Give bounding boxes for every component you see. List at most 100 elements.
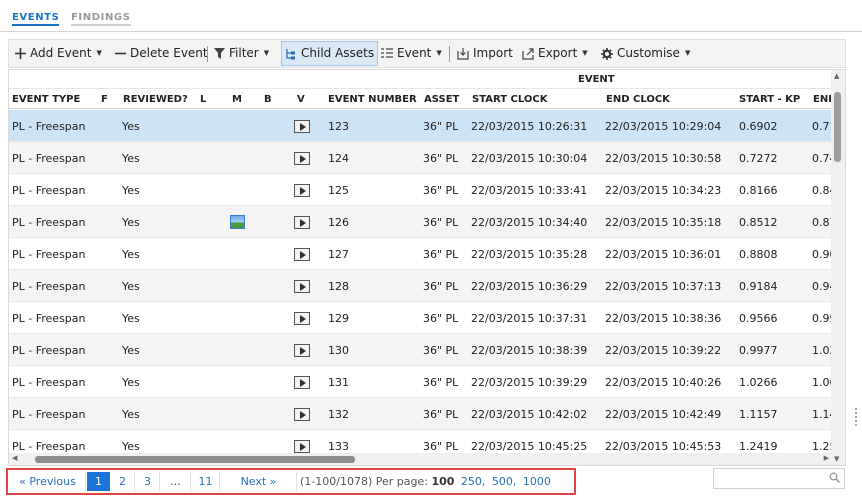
cell-start-kp: 0.8512 [739, 216, 778, 229]
cell-asset: 36" PL [423, 120, 459, 133]
toolbar-divider [449, 46, 450, 62]
play-video-icon[interactable] [294, 312, 310, 325]
add-event-button[interactable]: Add Event ▼ [15, 40, 102, 67]
vertical-scrollbar[interactable]: ▲ ▼ [831, 70, 845, 465]
cell-event-number: 132 [328, 408, 349, 421]
column-header-b[interactable]: B [264, 94, 272, 105]
export-button[interactable]: Export ▼ [522, 40, 588, 67]
cell-asset: 36" PL [423, 248, 459, 261]
import-button[interactable]: Import [457, 40, 513, 67]
tab-findings[interactable]: FINDINGS [71, 12, 131, 26]
play-video-icon[interactable] [294, 152, 310, 165]
cell-asset: 36" PL [423, 280, 459, 293]
previous-page-link[interactable]: « Previous [10, 472, 86, 491]
play-video-icon[interactable] [294, 408, 310, 421]
column-header-asset[interactable]: ASSET [424, 94, 459, 105]
page-link-1[interactable]: 1 [87, 472, 110, 491]
pagination-bar: « Previous 1 2 3 ... 11 Next » (1-100/10… [6, 468, 576, 495]
table-row[interactable]: PL - Freespan Yes 130 36" PL 22/03/2015 10:3… [9, 334, 832, 366]
play-video-icon[interactable] [294, 184, 310, 197]
cell-end-clock: 22/03/2015 10:38:36 [605, 312, 722, 325]
column-header-f[interactable]: F [101, 94, 108, 105]
horizontal-scrollbar[interactable]: ◀ ▶ [9, 453, 832, 465]
scroll-up-icon[interactable]: ▲ [834, 72, 839, 80]
search-box[interactable] [713, 468, 845, 489]
table-row[interactable]: PL - Freespan Yes 123 36" PL 22/03/2015 10:2… [9, 110, 832, 142]
cell-end-kp: 0.99 [812, 312, 832, 325]
event-menu-button[interactable]: Event ▼ [381, 40, 442, 67]
tab-events[interactable]: EVENTS [12, 12, 60, 26]
page-link-2[interactable]: 2 [111, 472, 135, 491]
plus-icon [15, 48, 26, 59]
cell-start-clock: 22/03/2015 10:42:02 [471, 408, 588, 421]
caret-down-icon: ▼ [582, 49, 588, 57]
customise-label: Customise [617, 46, 680, 60]
table-row[interactable]: PL - Freespan Yes 132 36" PL 22/03/2015 10:4… [9, 398, 832, 430]
per-page-option-500[interactable]: 500, [492, 475, 517, 488]
child-assets-button[interactable]: Child Assets [281, 41, 379, 66]
column-header-end-clock[interactable]: END CLOCK [606, 94, 670, 105]
cell-start-kp: 0.9977 [739, 344, 778, 357]
delete-event-button[interactable]: Delete Event [115, 40, 208, 67]
cell-event-number: 126 [328, 216, 349, 229]
play-video-icon[interactable] [294, 120, 310, 133]
toolbar: Add Event ▼ Delete Event Filter ▼ Child … [8, 39, 846, 68]
column-header-start-clock[interactable]: START CLOCK [472, 94, 547, 105]
export-label: Export [538, 46, 578, 60]
play-video-icon[interactable] [294, 440, 310, 453]
cell-reviewed: Yes [122, 152, 140, 165]
per-page-option-1000[interactable]: 1000 [523, 475, 551, 488]
column-header-v[interactable]: V [297, 94, 305, 105]
column-header-reviewed[interactable]: REVIEWED? [123, 94, 188, 105]
column-header-start-kp[interactable]: START - KP [739, 94, 800, 105]
table-row[interactable]: PL - Freespan Yes 131 36" PL 22/03/2015 10:3… [9, 366, 832, 398]
search-icon[interactable] [829, 472, 841, 486]
table-row[interactable]: PL - Freespan Yes 127 36" PL 22/03/2015 10:3… [9, 238, 832, 270]
per-page-option-250[interactable]: 250, [461, 475, 486, 488]
column-header-m[interactable]: M [232, 94, 242, 105]
table-row[interactable]: PL - Freespan Yes 129 36" PL 22/03/2015 10:3… [9, 302, 832, 334]
image-media-icon[interactable] [230, 215, 245, 229]
play-video-icon[interactable] [294, 280, 310, 293]
cell-start-kp: 0.9566 [739, 312, 778, 325]
scroll-right-icon[interactable]: ▶ [824, 454, 829, 462]
per-page-current: 100 [431, 475, 455, 488]
play-video-icon[interactable] [294, 248, 310, 261]
cell-start-clock: 22/03/2015 10:35:28 [471, 248, 588, 261]
cell-event-number: 123 [328, 120, 349, 133]
play-video-icon[interactable] [294, 216, 310, 229]
cell-event-type: PL - Freespan [12, 280, 86, 293]
filter-button[interactable]: Filter ▼ [214, 40, 269, 67]
cell-asset: 36" PL [423, 152, 459, 165]
export-icon [522, 47, 534, 60]
cell-reviewed: Yes [122, 280, 140, 293]
scroll-left-icon[interactable]: ◀ [12, 454, 17, 462]
column-header-event-number[interactable]: EVENT NUMBER [328, 94, 417, 105]
cell-end-clock: 22/03/2015 10:36:01 [605, 248, 722, 261]
cell-asset: 36" PL [423, 408, 459, 421]
cell-start-clock: 22/03/2015 10:39:29 [471, 376, 588, 389]
page-ellipsis: ... [161, 472, 191, 491]
play-video-icon[interactable] [294, 344, 310, 357]
table-row[interactable]: PL - Freespan Yes 128 36" PL 22/03/2015 10:3… [9, 270, 832, 302]
cell-reviewed: Yes [122, 440, 140, 453]
column-header-l[interactable]: L [200, 94, 206, 105]
page-link-11[interactable]: 11 [192, 472, 220, 491]
customise-button[interactable]: Customise ▼ [601, 40, 690, 67]
horizontal-scroll-thumb[interactable] [35, 456, 355, 463]
delete-event-label: Delete Event [130, 46, 208, 60]
play-video-icon[interactable] [294, 376, 310, 389]
table-row[interactable]: PL - Freespan Yes 124 36" PL 22/03/2015 10:3… [9, 142, 832, 174]
column-header-event-type[interactable]: EVENT TYPE [12, 94, 80, 105]
grid-body: PL - Freespan Yes 123 36" PL 22/03/2015 10:2… [9, 110, 832, 462]
vertical-scroll-thumb[interactable] [834, 92, 841, 162]
resize-grip[interactable] [853, 406, 859, 430]
page-link-3[interactable]: 3 [136, 472, 160, 491]
column-header-end-kp[interactable]: END [813, 94, 832, 105]
scroll-down-icon[interactable]: ▼ [834, 455, 839, 463]
cell-event-type: PL - Freespan [12, 440, 86, 453]
table-row[interactable]: PL - Freespan Yes 126 36" PL 22/03/2015 10:3… [9, 206, 832, 238]
cell-event-type: PL - Freespan [12, 344, 86, 357]
next-page-link[interactable]: Next » [221, 472, 297, 491]
table-row[interactable]: PL - Freespan Yes 125 36" PL 22/03/2015 10:3… [9, 174, 832, 206]
